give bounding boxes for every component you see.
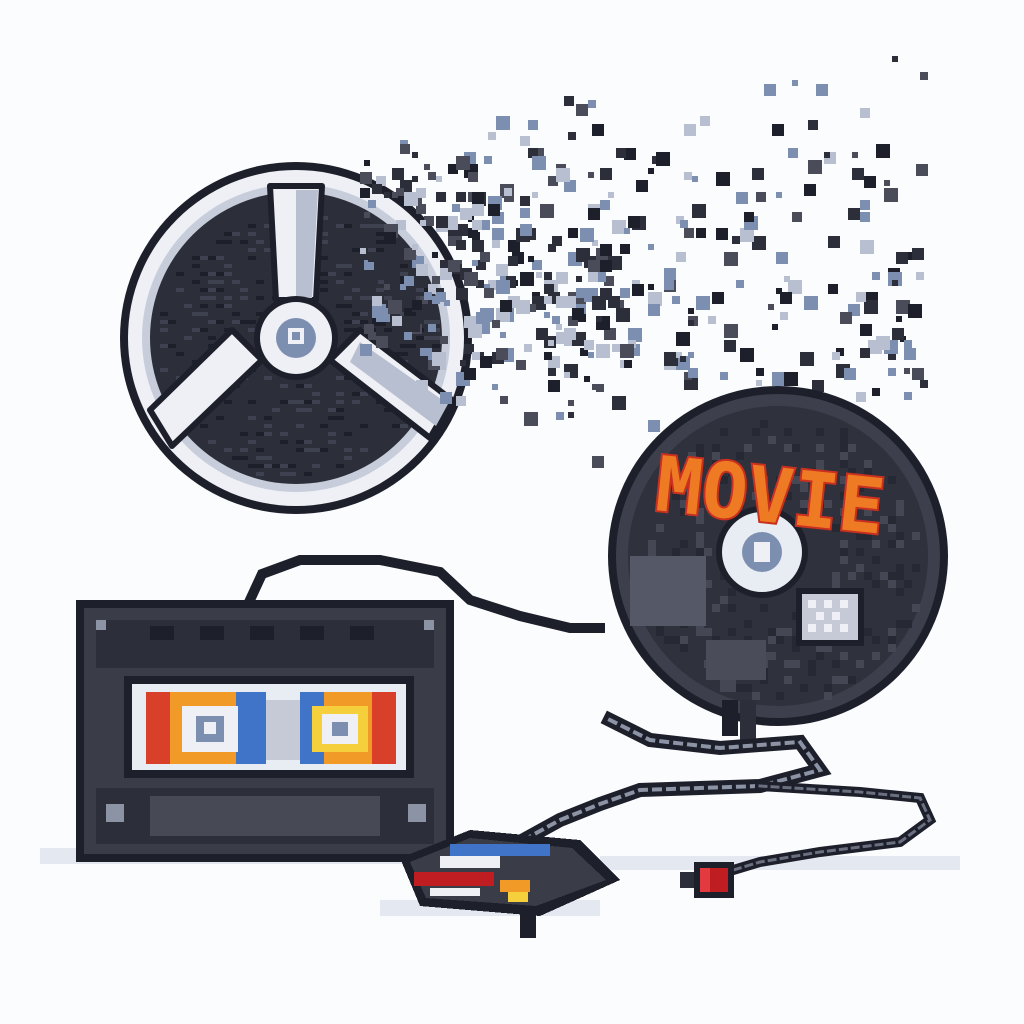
film-reel-icon <box>120 162 472 514</box>
scene-canvas: MOVIE <box>40 56 960 938</box>
cartridge-icon <box>400 830 620 938</box>
disc-icon: MOVIE <box>608 386 948 740</box>
pixel-art-scene: MOVIE <box>0 0 1024 1024</box>
cassette-icon <box>76 600 454 862</box>
